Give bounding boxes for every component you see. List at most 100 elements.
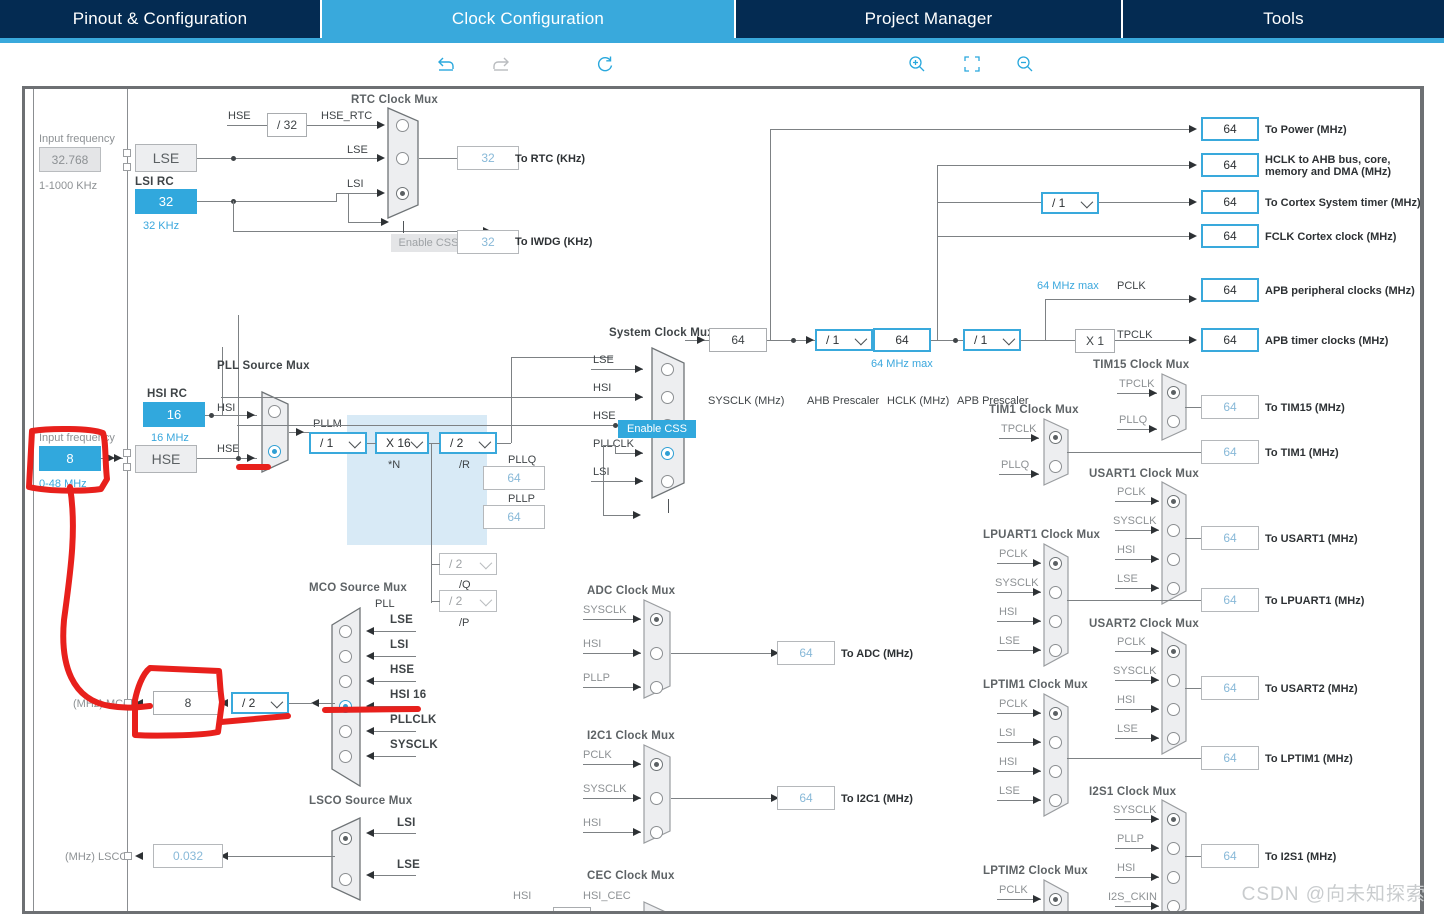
ahb-prescaler-dropdown[interactable]: / 1 — [815, 329, 873, 351]
cec-clock-mux[interactable] — [643, 901, 671, 911]
to-i2s1-value: 64 — [1201, 844, 1259, 868]
lsco-option-lse[interactable] — [339, 873, 352, 886]
lse-button[interactable]: LSE — [135, 144, 197, 172]
lpuart1-option-sysclk[interactable] — [1049, 586, 1062, 599]
lpuart1-option-pclk[interactable] — [1049, 557, 1062, 570]
mco-divider-dropdown[interactable]: / 2 — [231, 692, 289, 714]
tab-tools[interactable]: Tools — [1123, 0, 1444, 38]
fit-to-screen-icon[interactable] — [959, 51, 985, 77]
usart1-clock-mux[interactable] — [1161, 481, 1187, 605]
sysclk-option-lsi[interactable] — [661, 475, 674, 488]
lpuart1-clock-mux[interactable] — [1043, 543, 1069, 667]
lptim1-option-lse[interactable] — [1049, 794, 1062, 807]
usart2-option-sysclk[interactable] — [1167, 674, 1180, 687]
lptim1-option-hsi[interactable] — [1049, 765, 1062, 778]
i2c1-clock-mux[interactable] — [643, 744, 671, 844]
tab-pinout-configuration[interactable]: Pinout & Configuration — [0, 0, 320, 38]
pllr-dropdown[interactable]: / 2 — [439, 432, 497, 454]
pll-source-option-hse[interactable] — [268, 445, 281, 458]
mco-option-hse[interactable] — [339, 675, 352, 688]
ahb-prescaler-value: / 1 — [826, 333, 840, 347]
i2s1-option-hsi[interactable] — [1167, 871, 1180, 884]
reset-icon[interactable] — [592, 51, 618, 77]
i2s1-option-i2s-ckin[interactable] — [1167, 900, 1180, 911]
usart1-option-lse[interactable] — [1167, 582, 1180, 595]
mco-option-hsi16[interactable] — [339, 700, 352, 713]
rtc-mux-option-lse[interactable] — [396, 152, 409, 165]
lptim1-option-pclk[interactable] — [1049, 707, 1062, 720]
pll-source-option-hsi[interactable] — [268, 405, 281, 418]
usart1-option-sysclk[interactable] — [1167, 524, 1180, 537]
adc-clock-mux[interactable] — [643, 599, 671, 699]
tab-project-manager[interactable]: Project Manager — [736, 0, 1121, 38]
i2s1-option-sysclk[interactable] — [1167, 813, 1180, 826]
tim15-option-pllq[interactable] — [1167, 415, 1180, 428]
tim1-option-pllq[interactable] — [1049, 460, 1062, 473]
i2s1-clock-mux[interactable] — [1161, 799, 1187, 911]
tim1-option-tpclk[interactable] — [1049, 431, 1062, 444]
apb-prescaler-dropdown[interactable]: / 1 — [963, 329, 1021, 351]
lsco-source-mux[interactable] — [331, 817, 361, 901]
adc-option-sysclk[interactable] — [650, 613, 663, 626]
adc-option-hsi[interactable] — [650, 647, 663, 660]
lsi-rc-value[interactable]: 32 — [135, 189, 197, 214]
pllm-dropdown[interactable]: / 1 — [309, 432, 367, 454]
cortex-timer-divider-dropdown[interactable]: / 1 — [1041, 192, 1099, 214]
pll-source-mux[interactable] — [261, 391, 289, 473]
lptim1-option-lsi[interactable] — [1049, 736, 1062, 749]
zoom-out-icon[interactable] — [1012, 51, 1038, 77]
lptim2-option-pclk[interactable] — [1049, 893, 1062, 906]
undo-icon[interactable] — [433, 51, 459, 77]
mco-option-pllclk[interactable] — [339, 725, 352, 738]
i2c1-option-hsi[interactable] — [650, 826, 663, 839]
adc-option-pllp[interactable] — [650, 681, 663, 694]
usart1-option-pclk[interactable] — [1167, 495, 1180, 508]
tim15-option-tpclk[interactable] — [1167, 386, 1180, 399]
rtc-mux-option-lsi[interactable] — [396, 187, 409, 200]
usart1-option-hsi[interactable] — [1167, 553, 1180, 566]
i2s1-option-pllp[interactable] — [1167, 842, 1180, 855]
lptim1-clock-mux[interactable] — [1043, 693, 1069, 817]
mco-option-lse[interactable] — [339, 625, 352, 638]
chevron-down-icon — [410, 435, 424, 448]
i2c1-option-sysclk[interactable] — [650, 792, 663, 805]
tab-clock-configuration[interactable]: Clock Configuration — [322, 0, 734, 38]
hse-input-frequency-field[interactable]: 8 — [39, 446, 101, 471]
lpuart1-option-hsi[interactable] — [1049, 615, 1062, 628]
tim15-clock-mux[interactable] — [1161, 373, 1187, 441]
lsco-option-lsi[interactable] — [339, 832, 352, 845]
arrow — [1151, 647, 1159, 655]
mco-source-mux[interactable] — [331, 607, 361, 787]
apb-prescaler-value: / 1 — [974, 333, 988, 347]
usart2-option-hsi[interactable] — [1167, 703, 1180, 716]
usart2-clock-mux[interactable] — [1161, 631, 1187, 755]
clock-tree-canvas[interactable]: Input frequency 32.768 1-1000 KHz LSE LS… — [22, 86, 1424, 914]
lse-input-frequency-field[interactable]: 32.768 — [39, 147, 101, 172]
rtc-mux-option-hse-rtc[interactable] — [396, 119, 409, 132]
i2c1-option-pclk[interactable] — [650, 758, 663, 771]
sysclk-option-lse[interactable] — [661, 363, 674, 376]
usart2-option-pclk[interactable] — [1167, 645, 1180, 658]
pllq-dropdown[interactable]: / 2 — [439, 553, 497, 575]
lptim2-clock-mux[interactable] — [1043, 879, 1069, 911]
sysclk-option-pllclk[interactable] — [661, 447, 674, 460]
lse-pin-bottom — [123, 163, 131, 171]
plln-dropdown[interactable]: X 16 — [375, 432, 429, 454]
plln-value: X 16 — [386, 436, 411, 450]
output-label-cortex-timer: To Cortex System timer (MHz) — [1265, 197, 1421, 209]
tim1-clock-mux[interactable] — [1043, 418, 1069, 486]
rtc-hse-label: HSE — [228, 110, 251, 122]
mco-option-sysclk[interactable] — [339, 750, 352, 763]
rtc-clock-mux[interactable] — [387, 107, 419, 219]
redo-icon[interactable] — [488, 51, 514, 77]
sysclk-enable-css-button[interactable]: Enable CSS — [618, 420, 696, 438]
zoom-in-icon[interactable] — [904, 51, 930, 77]
sysclk-option-hsi[interactable] — [661, 391, 674, 404]
usart2-option-lse[interactable] — [1167, 732, 1180, 745]
hsi-rc-value[interactable]: 16 — [143, 402, 205, 427]
mco-option-lsi[interactable] — [339, 650, 352, 663]
rtc-enable-css-button[interactable]: Enable CSS — [391, 234, 466, 252]
hse-button[interactable]: HSE — [135, 445, 197, 473]
lpuart1-option-lse[interactable] — [1049, 644, 1062, 657]
pllp-dropdown[interactable]: / 2 — [439, 590, 497, 612]
